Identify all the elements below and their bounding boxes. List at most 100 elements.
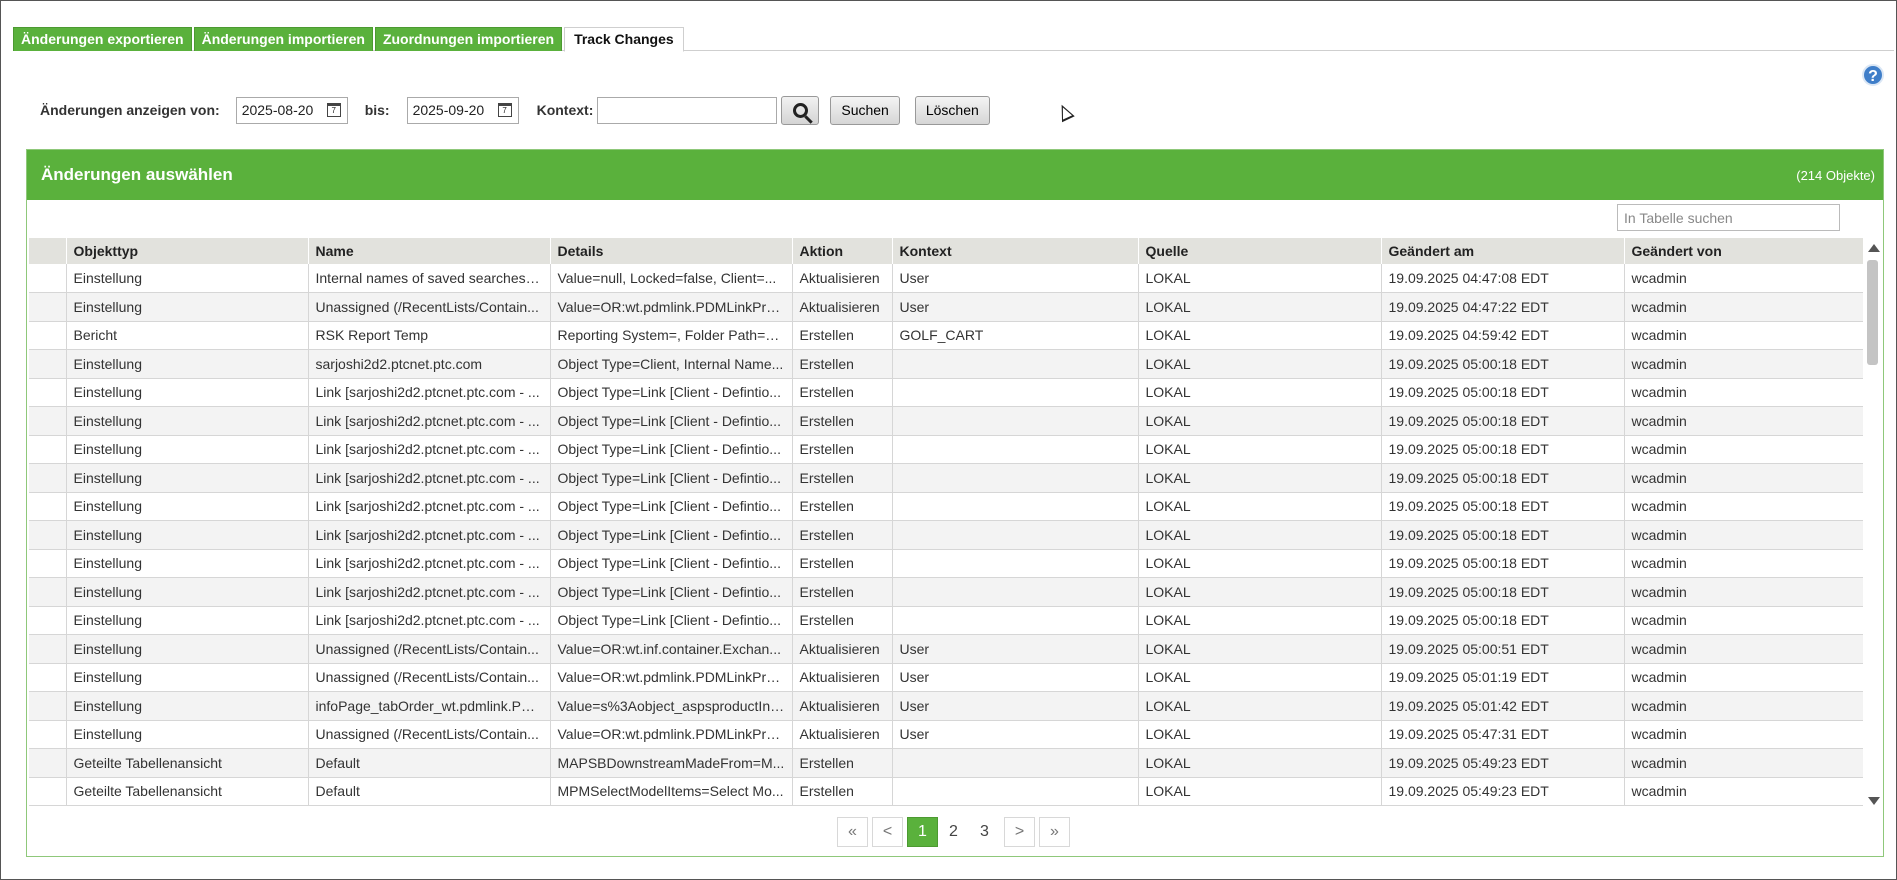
cell-details: Reporting System=, Folder Path=n... [550,321,793,350]
table-scrollbar[interactable] [1865,242,1881,807]
row-select-cell[interactable] [29,691,67,721]
table-row[interactable]: Einstellung Link [sarjoshi2d2.ptcnet.ptc.… [29,492,1863,521]
table-row[interactable]: Einstellung Link [sarjoshi2d2.ptcnet.ptc.… [29,378,1863,407]
cell-details: Value=OR:wt.pdmlink.PDMLinkPro... [550,720,793,749]
table-row[interactable]: Einstellung Link [sarjoshi2d2.ptcnet.ptc.… [29,463,1863,493]
changes-table: Objekttyp Name Details Aktion Kontext Qu… [29,238,1863,806]
context-search-button[interactable] [781,95,820,125]
to-date-field[interactable]: 2025-09-20 7 [406,96,519,124]
help-icon[interactable]: ? [1862,64,1884,86]
cell-geaendert-von: wcadmin [1624,748,1863,778]
table-row[interactable]: Einstellung Link [sarjoshi2d2.ptcnet.ptc.… [29,606,1863,635]
table-row[interactable]: Einstellung infoPage_tabOrder_wt.pdmlink.… [29,691,1863,721]
page-button-2[interactable]: 2 [938,817,969,847]
column-header-geaendert-am[interactable]: Geändert am [1381,238,1625,264]
cell-kontext [892,777,1139,806]
cell-kontext [892,549,1139,578]
cell-geaendert-von: wcadmin [1624,549,1863,578]
calendar-icon[interactable]: 7 [497,103,512,117]
cell-quelle: LOKAL [1138,720,1382,749]
scroll-down-arrow-icon[interactable] [1868,797,1880,805]
prev-page-button[interactable]: < [872,817,903,847]
page-button-1[interactable]: 1 [907,817,938,847]
table-row[interactable]: Einstellung Unassigned (/RecentLists/Cont… [29,720,1863,749]
table-row[interactable]: Einstellung Link [sarjoshi2d2.ptcnet.ptc.… [29,577,1863,607]
select-column-header[interactable] [29,238,67,264]
row-select-cell[interactable] [29,406,67,436]
search-button[interactable]: Suchen [830,95,900,125]
cell-name: Internal names of saved searches f... [308,264,551,293]
column-header-geaendert-von[interactable]: Geändert von [1624,238,1863,264]
row-select-cell[interactable] [29,264,67,293]
cell-quelle: LOKAL [1138,549,1382,578]
cell-geaendert-von: wcadmin [1624,264,1863,293]
cell-objekttyp: Einstellung [66,378,309,407]
row-select-cell[interactable] [29,720,67,749]
table-row[interactable]: Einstellung Link [sarjoshi2d2.ptcnet.ptc.… [29,406,1863,436]
cell-name: Default [308,748,551,778]
table-row[interactable]: Einstellung sarjoshi2d2.ptcnet.ptc.com Obj… [29,349,1863,379]
table-row[interactable]: Einstellung Link [sarjoshi2d2.ptcnet.ptc.… [29,435,1863,464]
row-select-cell[interactable] [29,777,67,806]
row-select-cell[interactable] [29,378,67,407]
from-date-field[interactable]: 2025-08-20 7 [235,96,348,124]
calendar-icon[interactable]: 7 [326,103,341,117]
table-row[interactable]: Bericht RSK Report Temp Reporting System=,… [29,321,1863,350]
column-header-name[interactable]: Name [308,238,551,264]
column-header-objekttyp[interactable]: Objekttyp [66,238,309,264]
context-input[interactable] [597,96,778,124]
cell-kontext: User [892,264,1139,293]
cell-geaendert-am: 19.09.2025 05:00:18 EDT [1381,406,1625,436]
tab-import-changes[interactable]: Änderungen importieren [193,27,373,51]
table-row[interactable]: Geteilte Tabellenansicht Default MAPSBDown… [29,748,1863,778]
row-select-cell[interactable] [29,606,67,635]
row-select-cell[interactable] [29,292,67,322]
row-select-cell[interactable] [29,463,67,493]
first-page-button[interactable]: « [837,817,868,847]
scroll-up-arrow-icon[interactable] [1868,244,1880,252]
table-search-input[interactable] [1617,204,1840,231]
changes-panel: Änderungen auswählen (214 Objekte) Objek… [26,149,1884,857]
table-row[interactable]: Einstellung Unassigned (/RecentLists/Cont… [29,663,1863,692]
cell-geaendert-von: wcadmin [1624,406,1863,436]
cell-quelle: LOKAL [1138,606,1382,635]
cell-kontext [892,463,1139,493]
cell-aktion: Erstellen [792,463,893,493]
row-select-cell[interactable] [29,492,67,521]
cell-aktion: Erstellen [792,492,893,521]
row-select-cell[interactable] [29,349,67,379]
row-select-cell[interactable] [29,549,67,578]
cell-geaendert-von: wcadmin [1624,663,1863,692]
cell-objekttyp: Einstellung [66,663,309,692]
column-header-kontext[interactable]: Kontext [892,238,1139,264]
table-row[interactable]: Einstellung Link [sarjoshi2d2.ptcnet.ptc.… [29,520,1863,550]
table-row[interactable]: Einstellung Unassigned (/RecentLists/Cont… [29,292,1863,322]
clear-button[interactable]: Löschen [914,95,990,125]
table-row[interactable]: Einstellung Internal names of saved searc… [29,264,1863,293]
tab-track-changes[interactable]: Track Changes [564,27,684,52]
column-header-details[interactable]: Details [550,238,793,264]
row-select-cell[interactable] [29,321,67,350]
last-page-button[interactable]: » [1039,817,1070,847]
cell-geaendert-von: wcadmin [1624,577,1863,607]
row-select-cell[interactable] [29,577,67,607]
row-select-cell[interactable] [29,435,67,464]
tab-export-changes[interactable]: Änderungen exportieren [13,27,192,51]
next-page-button[interactable]: > [1004,817,1035,847]
cell-quelle: LOKAL [1138,634,1382,664]
row-select-cell[interactable] [29,748,67,778]
table-row[interactable]: Einstellung Link [sarjoshi2d2.ptcnet.ptc.… [29,549,1863,578]
column-header-quelle[interactable]: Quelle [1138,238,1382,264]
page-button-3[interactable]: 3 [969,817,1000,847]
row-select-cell[interactable] [29,663,67,692]
cell-details: Object Type=Client, Internal Name... [550,349,793,379]
column-header-aktion[interactable]: Aktion [792,238,893,264]
row-select-cell[interactable] [29,634,67,664]
scrollbar-thumb[interactable] [1867,260,1878,365]
row-select-cell[interactable] [29,520,67,550]
tab-import-mappings[interactable]: Zuordnungen importieren [374,27,563,51]
table-row[interactable]: Einstellung Unassigned (/RecentLists/Cont… [29,634,1863,664]
cell-aktion: Aktualisieren [792,264,893,293]
table-row[interactable]: Geteilte Tabellenansicht Default MPMSelect… [29,777,1863,806]
cell-objekttyp: Einstellung [66,549,309,578]
